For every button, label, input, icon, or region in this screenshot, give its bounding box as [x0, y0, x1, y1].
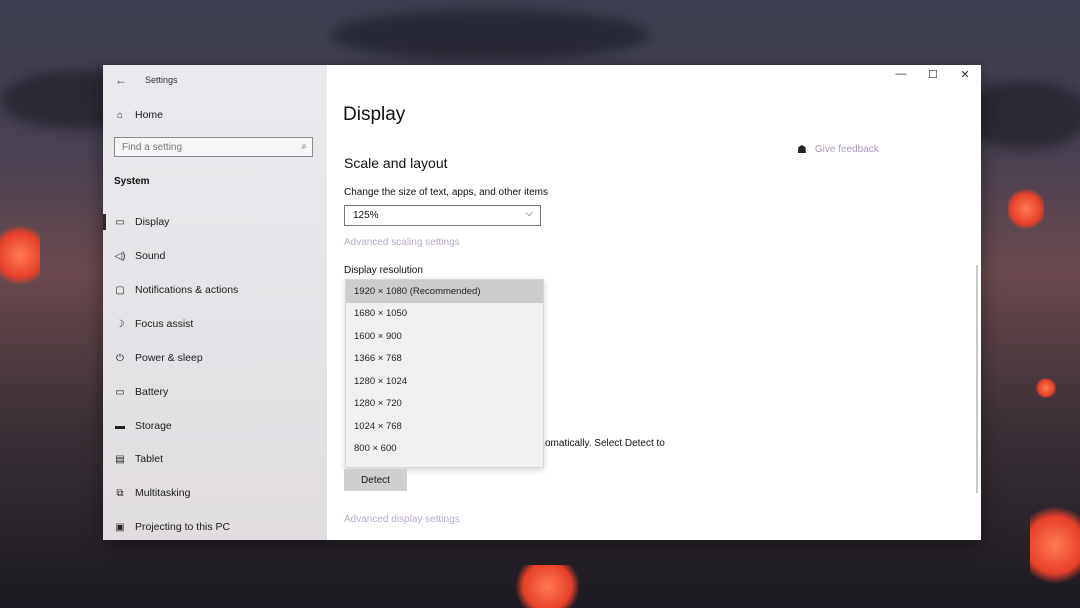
resolution-option[interactable]: 1366 × 768 — [346, 348, 543, 371]
multitasking-icon: ⧉ — [116, 487, 124, 499]
resolution-option[interactable]: 800 × 600 — [346, 438, 543, 461]
moon-icon: ☽ — [115, 318, 125, 330]
notification-icon: ▢ — [115, 284, 125, 296]
detect-button[interactable]: Detect — [344, 469, 407, 491]
sidebar-item-label: Tablet — [135, 453, 164, 465]
sidebar-item-focus-assist[interactable]: ☽ Focus assist — [113, 313, 194, 335]
section-title: Scale and layout — [344, 155, 448, 171]
sidebar-item-label: Power & sleep — [135, 352, 203, 364]
feedback-icon: ☗ — [797, 144, 807, 156]
back-arrow-icon[interactable]: ← — [115, 73, 127, 87]
scale-label: Change the size of text, apps, and other… — [344, 187, 549, 198]
search-icon[interactable]: ⌕ — [301, 141, 307, 152]
sidebar-item-power-sleep[interactable]: ⏻ Power & sleep — [113, 347, 203, 369]
title-bar: ← Settings — [115, 70, 178, 90]
home-icon: ⌂ — [116, 109, 124, 121]
detect-description: omatically. Select Detect to — [545, 438, 665, 449]
sidebar-item-label: Sound — [135, 250, 166, 262]
sidebar-item-label: Display — [135, 216, 170, 228]
app-title: Settings — [145, 75, 178, 85]
search-input[interactable]: Find a setting ⌕ — [114, 137, 313, 157]
tablet-icon: ▤ — [115, 453, 125, 465]
search-placeholder: Find a setting — [122, 141, 183, 153]
sidebar-item-sound[interactable]: ◁) Sound — [113, 245, 165, 267]
sidebar: ← Settings ⌂ Home Find a setting ⌕ Syste… — [102, 65, 327, 540]
resolution-option[interactable]: 1280 × 1024 — [346, 370, 543, 393]
sidebar-item-notifications[interactable]: ▢ Notifications & actions — [113, 279, 238, 301]
sidebar-item-label: Storage — [135, 420, 172, 432]
resolution-option[interactable]: 1680 × 1050 — [346, 303, 543, 326]
sidebar-item-projecting[interactable]: ▣ Projecting to this PC — [113, 516, 230, 538]
monitor-icon: ▭ — [115, 216, 125, 228]
sidebar-item-tablet[interactable]: ▤ Tablet — [113, 448, 163, 470]
sidebar-item-label: Multitasking — [135, 487, 191, 499]
resolution-option[interactable]: 1024 × 768 — [346, 415, 543, 438]
resolution-label: Display resolution — [344, 265, 423, 276]
chevron-down-icon: ⌵ — [525, 208, 533, 219]
advanced-scaling-link[interactable]: Advanced scaling settings — [344, 237, 460, 248]
resolution-option[interactable]: 1920 × 1080 (Recommended) — [346, 280, 543, 303]
speaker-icon: ◁) — [114, 250, 126, 262]
give-feedback-label: Give feedback — [814, 144, 879, 155]
sidebar-section-label: System — [114, 176, 150, 187]
sidebar-item-display[interactable]: ▭ Display — [102, 211, 170, 233]
battery-icon: ▭ — [115, 386, 125, 398]
storage-icon: ▬ — [115, 420, 125, 432]
power-icon: ⏻ — [116, 352, 124, 364]
maximize-button[interactable]: ☐ — [924, 68, 942, 81]
sidebar-item-storage[interactable]: ▬ Storage — [113, 415, 172, 437]
close-button[interactable]: ✕ — [956, 68, 974, 81]
advanced-display-link[interactable]: Advanced display settings — [344, 514, 460, 525]
resolution-dropdown[interactable]: 1920 × 1080 (Recommended) 1680 × 1050 16… — [345, 279, 544, 468]
minimize-button[interactable]: — — [892, 68, 910, 80]
page-title: Display — [343, 104, 406, 125]
sidebar-item-home[interactable]: ⌂ Home — [113, 104, 163, 126]
sidebar-item-label: Projecting to this PC — [135, 521, 231, 533]
sidebar-item-multitasking[interactable]: ⧉ Multitasking — [113, 482, 190, 504]
settings-window: ← Settings ⌂ Home Find a setting ⌕ Syste… — [102, 65, 981, 540]
give-feedback-link[interactable]: ☗ Give feedback — [797, 143, 879, 156]
projector-icon: ▣ — [115, 521, 125, 533]
scale-select[interactable]: 125% ⌵ — [344, 205, 541, 226]
sidebar-item-label: Notifications & actions — [135, 284, 239, 296]
scale-value: 125% — [353, 210, 379, 221]
sidebar-item-label: Home — [135, 109, 164, 121]
scrollbar[interactable] — [976, 265, 978, 493]
resolution-option[interactable]: 1600 × 900 — [346, 325, 543, 348]
sidebar-item-label: Focus assist — [135, 318, 194, 330]
sidebar-item-battery[interactable]: ▭ Battery — [113, 381, 168, 403]
resolution-option[interactable]: 1280 × 720 — [346, 393, 543, 416]
sidebar-item-label: Battery — [135, 386, 169, 398]
